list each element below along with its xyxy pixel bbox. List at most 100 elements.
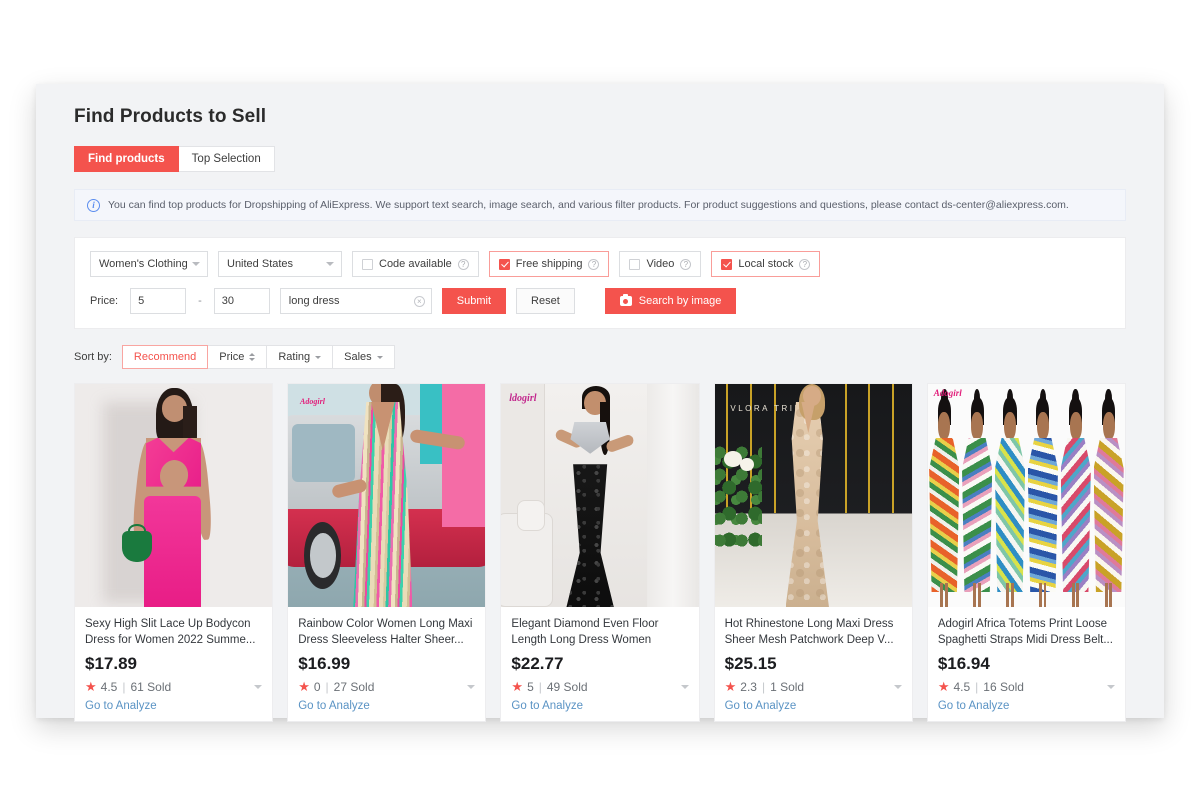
star-icon: ★	[298, 679, 310, 694]
help-icon[interactable]: ?	[680, 258, 692, 270]
product-rating: 4.5	[953, 680, 971, 694]
product-sold: 16 Sold	[983, 680, 1024, 694]
product-meta: ★ 4.5 | 16 Sold	[938, 679, 1116, 695]
product-card[interactable]: Adogirl Rainbow Color Women Long Maxi Dr…	[287, 383, 487, 722]
checkbox-box-icon	[721, 258, 733, 270]
go-to-analyze-link[interactable]: Go to Analyze	[938, 700, 1115, 721]
screenshot-root: Find Products to Sell Find products Top …	[0, 0, 1200, 800]
chevron-down-icon[interactable]	[467, 685, 476, 689]
product-card[interactable]: VLORA TRINA Hot Rhinestone Long Maxi Dre…	[713, 383, 913, 722]
product-sold: 49 Sold	[546, 680, 588, 694]
checkbox-free-shipping-label: Free shipping	[515, 258, 583, 270]
sort-label: Sort by:	[74, 351, 112, 363]
sort-option-sales[interactable]: Sales	[333, 345, 395, 369]
product-card[interactable]: Adogirl Adogirl Africa Totems Print Loos…	[926, 383, 1127, 722]
chevron-down-icon[interactable]	[893, 685, 902, 689]
go-to-analyze-link[interactable]: Go to Analyze	[85, 700, 262, 721]
keyword-input[interactable]	[279, 288, 432, 314]
chevron-down-icon[interactable]	[680, 685, 689, 689]
tab-find-products[interactable]: Find products	[74, 146, 179, 172]
tab-find-products-label: Find products	[88, 153, 165, 165]
product-image[interactable]: VLORA TRINA	[714, 384, 912, 607]
go-to-analyze-link[interactable]: Go to Analyze	[298, 700, 475, 721]
chevron-down-icon	[192, 262, 200, 266]
chevron-down-icon[interactable]	[254, 685, 263, 689]
price-min-input[interactable]	[130, 288, 187, 314]
product-title: Hot Rhinestone Long Maxi Dress Sheer Mes…	[724, 618, 894, 646]
price-label: Price:	[90, 295, 119, 307]
sort-option-rating-label: Rating	[278, 351, 311, 363]
product-meta: ★ 2.3 | 1 Sold	[725, 679, 902, 695]
info-banner: i You can find top products for Dropship…	[74, 189, 1126, 221]
clear-icon[interactable]: ×	[413, 295, 425, 307]
product-rating: 4.5	[100, 680, 118, 694]
checkbox-code-available[interactable]: Code available ?	[352, 251, 479, 277]
sort-bar: Sort by: Recommend Price Rating Sales	[74, 345, 1126, 369]
product-meta: ★ 5 | 49 Sold	[511, 679, 689, 695]
go-to-analyze-link[interactable]: Go to Analyze	[725, 700, 902, 721]
chevron-down-icon	[326, 262, 334, 266]
checkbox-box-icon	[629, 258, 641, 270]
checkbox-local-stock-label: Local stock	[738, 258, 794, 270]
product-image[interactable]	[75, 384, 273, 607]
info-banner-text: You can find top products for Dropshippi…	[108, 199, 1069, 211]
price-max-input[interactable]	[213, 288, 270, 314]
sort-option-rating[interactable]: Rating	[267, 345, 334, 369]
help-icon[interactable]: ?	[588, 258, 600, 270]
checkbox-code-available-label: Code available	[379, 258, 452, 270]
reset-button[interactable]: Reset	[516, 288, 575, 314]
brand-watermark: Adogirl	[933, 388, 962, 399]
chevron-down-icon[interactable]	[1107, 685, 1116, 689]
product-image[interactable]: ldogirl	[501, 384, 699, 607]
product-sold: 1 Sold	[770, 680, 805, 694]
brand-watermark: ldogirl	[509, 392, 537, 404]
product-rating: 2.3	[740, 680, 757, 694]
chevron-down-icon	[315, 355, 322, 359]
product-rating: 5	[527, 680, 534, 694]
go-to-analyze-link[interactable]: Go to Analyze	[511, 700, 688, 721]
app-panel: Find Products to Sell Find products Top …	[36, 84, 1164, 722]
category-select[interactable]: Women's Clothing	[90, 251, 208, 277]
camera-icon	[619, 293, 632, 306]
sort-option-price[interactable]: Price	[208, 345, 268, 369]
product-image[interactable]: Adogirl	[927, 384, 1126, 607]
brand-watermark: Adogirl	[300, 397, 325, 407]
checkbox-box-icon	[498, 258, 510, 270]
tab-bar: Find products Top Selection	[74, 146, 1126, 172]
help-icon[interactable]: ?	[799, 258, 811, 270]
meta-separator: |	[761, 680, 766, 694]
checkbox-box-icon	[362, 258, 373, 270]
product-image[interactable]: Adogirl	[288, 384, 486, 607]
help-icon[interactable]: ?	[457, 258, 469, 270]
meta-separator: |	[325, 680, 329, 694]
country-select-value: United States	[227, 258, 294, 270]
star-icon: ★	[724, 679, 737, 694]
tab-top-selection-label: Top Selection	[191, 153, 261, 165]
search-by-image-label: Search by image	[638, 295, 722, 307]
country-select[interactable]: United States	[218, 251, 342, 277]
sort-option-sales-label: Sales	[344, 351, 372, 363]
checkbox-video[interactable]: Video ?	[619, 251, 702, 277]
sort-option-price-label: Price	[219, 351, 245, 363]
product-price: $22.77	[511, 654, 564, 673]
product-card[interactable]: Sexy High Slit Lace Up Bodycon Dress for…	[74, 383, 274, 722]
product-price: $17.89	[85, 654, 137, 673]
checkbox-video-label: Video	[646, 258, 675, 270]
star-icon: ★	[511, 679, 524, 694]
checkbox-local-stock[interactable]: Local stock ?	[711, 251, 821, 277]
sort-option-recommend[interactable]: Recommend	[121, 345, 209, 369]
product-card[interactable]: ldogirl Elegant Diamond Even Floor Lengt…	[500, 383, 700, 722]
product-price: $16.99	[298, 654, 351, 673]
product-price: $16.94	[937, 654, 990, 673]
category-select-value: Women's Clothing	[99, 258, 188, 270]
star-icon: ★	[85, 679, 97, 694]
search-by-image-button[interactable]: Search by image	[604, 288, 737, 314]
tab-top-selection[interactable]: Top Selection	[178, 146, 275, 172]
product-title: Elegant Diamond Even Floor Length Long D…	[511, 618, 659, 646]
meta-separator: |	[122, 680, 126, 694]
product-meta: ★ 0 | 27 Sold	[298, 679, 476, 695]
chevron-down-icon	[376, 355, 383, 359]
product-grid: Sexy High Slit Lace Up Bodycon Dress for…	[74, 383, 1127, 722]
checkbox-free-shipping[interactable]: Free shipping ?	[488, 251, 610, 277]
submit-button[interactable]: Submit	[441, 288, 507, 314]
